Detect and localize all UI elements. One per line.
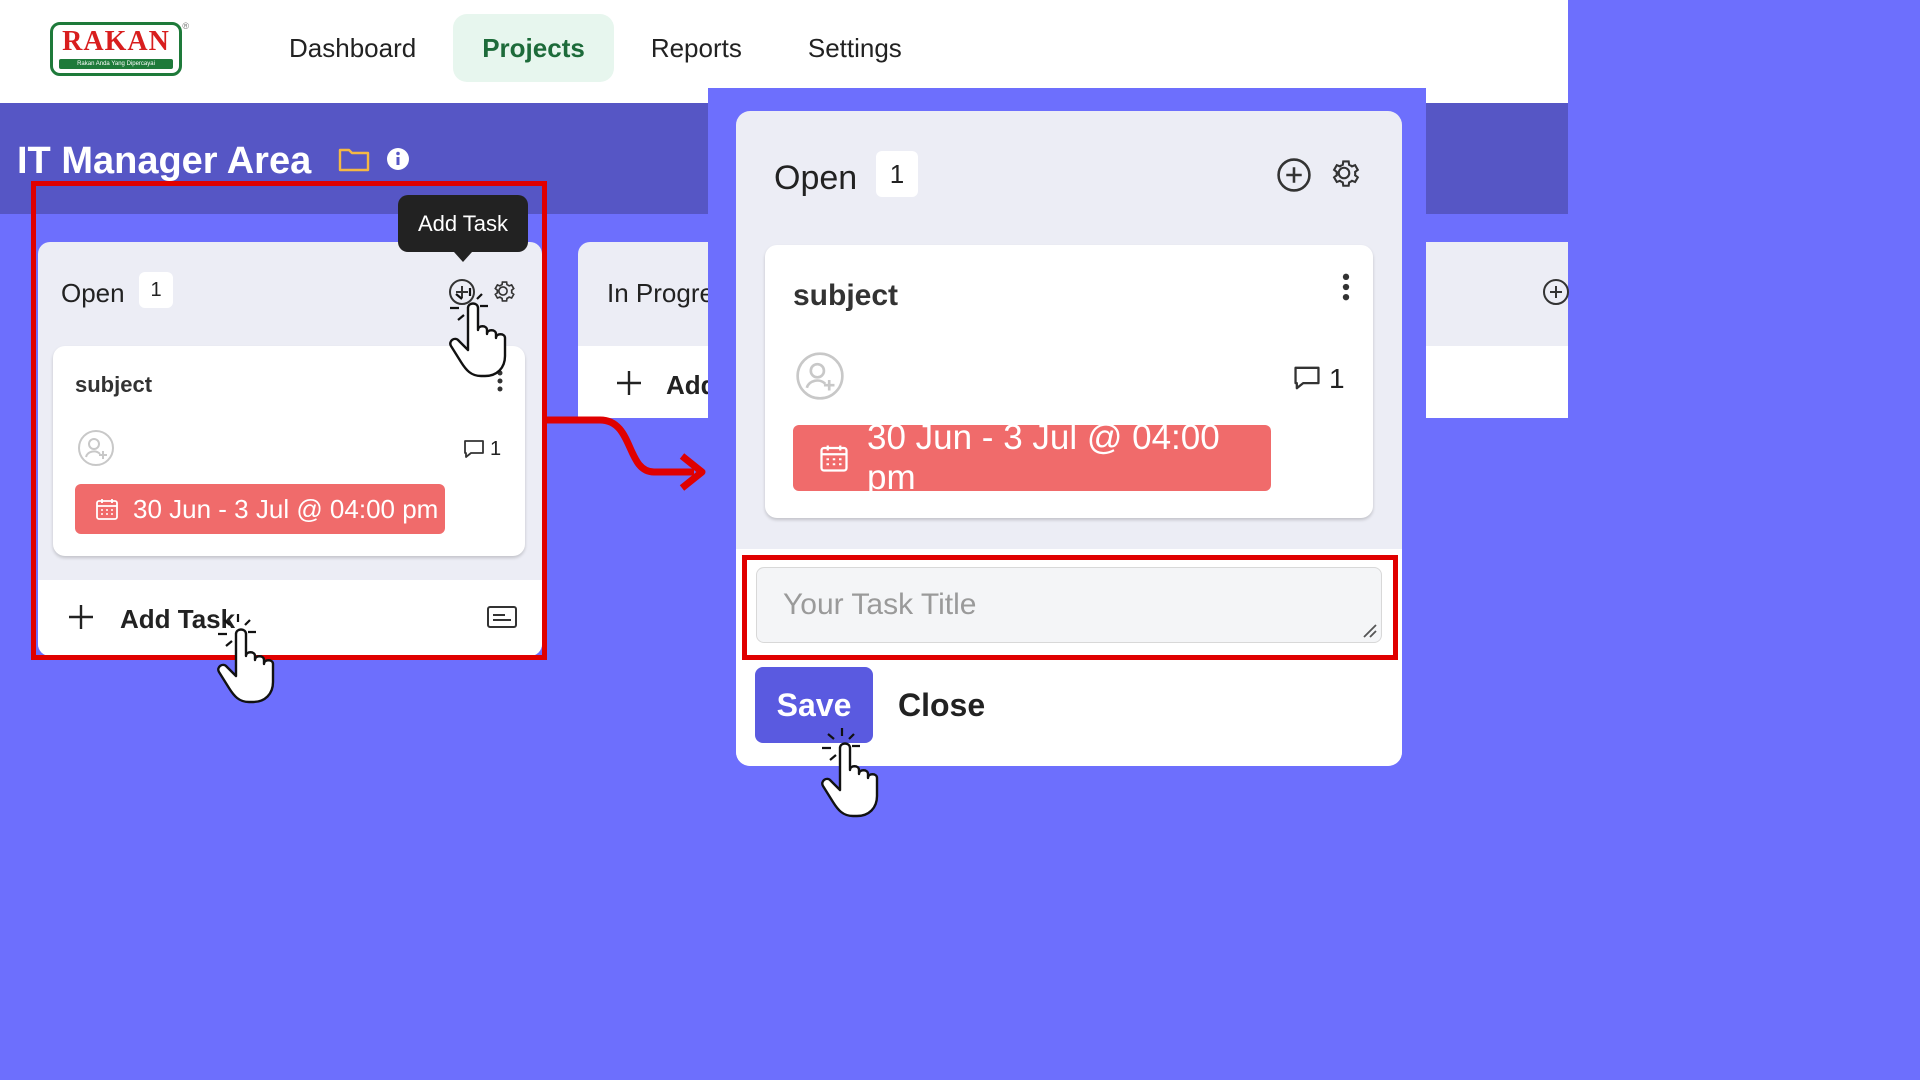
nav-item-projects[interactable]: Projects bbox=[453, 14, 614, 82]
nav-item-dashboard[interactable]: Dashboard bbox=[260, 14, 445, 82]
zoomed-column-open: Open 1 subject 1 30 Jun - 3 Jul @ 04:00 … bbox=[736, 111, 1402, 766]
registered-mark: ® bbox=[182, 21, 189, 31]
nav-item-reports[interactable]: Reports bbox=[622, 14, 771, 82]
brand-logo-tagline: Rakan Anda Yang Dipercayai bbox=[59, 59, 173, 69]
pointer-hand-icon bbox=[820, 726, 896, 818]
more-vertical-icon[interactable] bbox=[1342, 273, 1350, 301]
column-count-badge: 1 bbox=[876, 151, 918, 197]
column-title: Open bbox=[774, 159, 858, 197]
nav-item-settings[interactable]: Settings bbox=[779, 14, 931, 82]
due-date-text: 30 Jun - 3 Jul @ 04:00 pm bbox=[867, 418, 1220, 497]
brand-logo-word: RAKAN bbox=[62, 26, 170, 57]
task-card-subject: subject bbox=[793, 279, 899, 312]
task-card[interactable]: subject 1 30 Jun - 3 Jul @ 04:00 pm bbox=[765, 245, 1373, 518]
arrow-icon bbox=[544, 410, 714, 496]
main-nav: Dashboard Projects Reports Settings bbox=[260, 14, 931, 82]
add-circle-icon[interactable] bbox=[1276, 157, 1312, 193]
column-next bbox=[1426, 242, 1570, 418]
column-next-footer bbox=[1426, 346, 1568, 418]
calendar-icon bbox=[819, 443, 849, 473]
add-circle-icon[interactable] bbox=[1542, 278, 1570, 306]
folder-icon[interactable] bbox=[338, 146, 370, 172]
info-icon[interactable] bbox=[386, 147, 410, 171]
comment-icon[interactable] bbox=[1293, 365, 1321, 391]
pointer-hand-icon bbox=[216, 612, 292, 704]
due-date-badge[interactable]: 30 Jun - 3 Jul @ 04:00 pm bbox=[793, 418, 1271, 497]
close-button[interactable]: Close bbox=[898, 667, 985, 743]
pointer-hand-icon bbox=[448, 286, 524, 378]
comment-count: 1 bbox=[1329, 363, 1345, 394]
page-title: IT Manager Area bbox=[17, 140, 312, 182]
highlight-box-task-input bbox=[742, 555, 1398, 660]
plus-icon bbox=[616, 370, 642, 396]
assign-user-icon[interactable] bbox=[795, 351, 845, 401]
brand-logo[interactable]: RAKAN Rakan Anda Yang Dipercayai ® bbox=[50, 21, 189, 76]
gear-icon[interactable] bbox=[1326, 155, 1362, 191]
highlight-box-left-column bbox=[31, 181, 547, 660]
column-title: In Progre bbox=[607, 278, 714, 308]
